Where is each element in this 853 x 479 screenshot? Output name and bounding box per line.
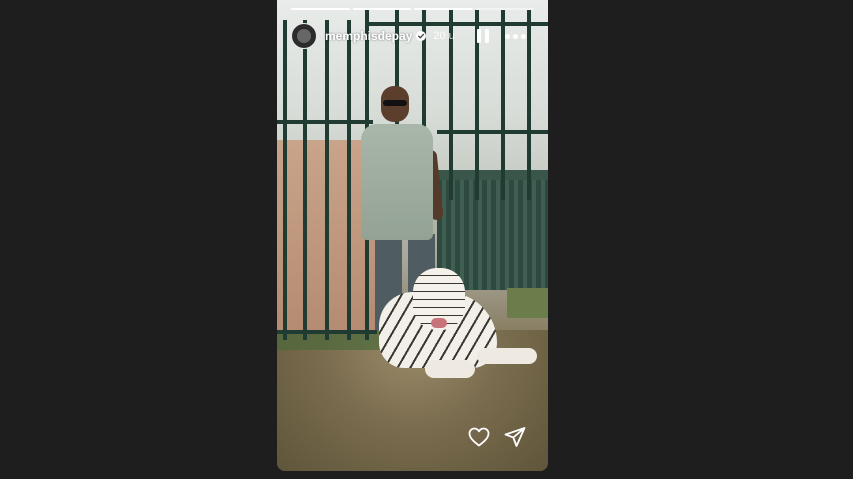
pause-icon[interactable] <box>477 29 491 45</box>
story-image-person <box>361 124 433 240</box>
story-progress-bar <box>291 8 534 10</box>
story-username[interactable]: memphisdepay <box>325 29 412 43</box>
story-viewer[interactable]: memphisdepay 20 u <box>277 0 548 471</box>
send-icon[interactable] <box>503 425 527 449</box>
story-image-tiger-mouth <box>431 318 447 328</box>
story-image-sunglasses <box>383 100 407 106</box>
story-image-tiger-paw <box>477 348 537 364</box>
heart-icon[interactable] <box>467 425 491 449</box>
story-image-tiger-paw <box>425 360 475 378</box>
progress-segment <box>414 8 473 10</box>
avatar-image <box>297 29 311 43</box>
progress-segment <box>475 8 534 10</box>
story-header: memphisdepay 20 u <box>291 22 534 50</box>
profile-avatar[interactable] <box>291 23 317 49</box>
more-options-icon[interactable] <box>505 29 527 43</box>
progress-segment <box>291 8 350 10</box>
progress-segment <box>352 8 411 10</box>
story-timestamp: 20 u <box>433 30 455 42</box>
verified-badge-icon <box>416 31 427 41</box>
story-actions <box>467 425 537 449</box>
